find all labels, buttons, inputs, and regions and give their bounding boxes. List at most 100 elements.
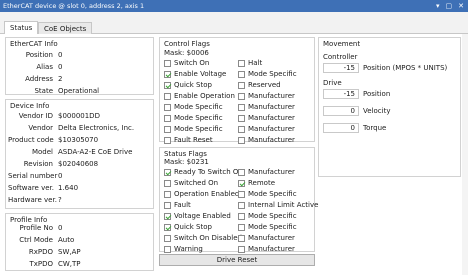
checkbox-empty-icon[interactable] xyxy=(164,136,171,144)
movement-title: Movement xyxy=(323,40,361,48)
checkbox-empty-icon[interactable] xyxy=(238,70,245,78)
flag-checkbox[interactable]: Mode Specific xyxy=(238,223,297,231)
checkbox-empty-icon[interactable] xyxy=(164,59,171,67)
product-code-row: Product code $10305070 xyxy=(8,136,98,144)
flag-checkbox[interactable]: Mode Specific xyxy=(164,125,223,133)
checkbox-checked-icon[interactable] xyxy=(164,223,171,231)
drive-velocity-label: Velocity xyxy=(363,107,391,115)
checkbox-checked-icon[interactable] xyxy=(164,168,171,176)
checkbox-empty-icon[interactable] xyxy=(238,103,245,111)
drive-velocity-field: 0 xyxy=(323,106,359,116)
flag-checkbox[interactable]: Fault Reset xyxy=(164,136,213,144)
flag-checkbox[interactable]: Warning xyxy=(164,245,203,253)
checkbox-empty-icon[interactable] xyxy=(238,59,245,67)
hardware-label: Hardware ver. xyxy=(8,196,57,204)
control-flags-title: Control Flags xyxy=(164,40,210,48)
flag-checkbox[interactable]: Ready To Switch On xyxy=(164,168,243,176)
flag-checkbox[interactable]: Quick Stop xyxy=(164,223,212,231)
checkbox-empty-icon[interactable] xyxy=(164,92,171,100)
flag-label: Switched On xyxy=(174,179,219,187)
checkbox-empty-icon[interactable] xyxy=(238,92,245,100)
checkbox-checked-icon[interactable] xyxy=(164,70,171,78)
controller-title: Controller xyxy=(323,53,358,61)
flag-label: Ready To Switch On xyxy=(174,168,243,176)
checkbox-checked-icon[interactable] xyxy=(164,212,171,220)
rxpdo-value: SW,AP xyxy=(58,248,81,256)
checkbox-empty-icon[interactable] xyxy=(238,81,245,89)
flag-checkbox[interactable]: Mode Specific xyxy=(238,212,297,220)
flag-checkbox[interactable]: Manufacturer xyxy=(238,168,295,176)
flag-label: Manufacturer xyxy=(248,103,295,111)
flag-checkbox[interactable]: Fault xyxy=(164,201,191,209)
product-code-label: Product code xyxy=(8,136,54,144)
checkbox-empty-icon[interactable] xyxy=(238,212,245,220)
checkbox-empty-icon[interactable] xyxy=(164,245,171,253)
checkbox-empty-icon[interactable] xyxy=(164,190,171,198)
drive-reset-button[interactable]: Drive Reset xyxy=(159,254,315,266)
software-row: Software ver. 1.640 xyxy=(8,184,78,192)
serial-row: Serial number 0 xyxy=(8,172,62,180)
flag-checkbox[interactable]: Manufacturer xyxy=(238,125,295,133)
flag-checkbox[interactable]: Halt xyxy=(238,59,262,67)
checkbox-empty-icon[interactable] xyxy=(238,245,245,253)
flag-checkbox[interactable]: Mode Specific xyxy=(164,114,223,122)
txpdo-row: TxPDO CW,TP xyxy=(8,260,80,268)
checkbox-checked-icon[interactable] xyxy=(238,179,245,187)
checkbox-empty-icon[interactable] xyxy=(164,103,171,111)
checkbox-checked-icon[interactable] xyxy=(164,81,171,89)
software-label: Software ver. xyxy=(8,184,54,192)
flag-checkbox[interactable]: Switch On Disabled xyxy=(164,234,242,242)
checkbox-empty-icon[interactable] xyxy=(238,114,245,122)
flag-checkbox[interactable]: Manufacturer xyxy=(238,234,295,242)
flag-checkbox[interactable]: Enable Operation xyxy=(164,92,235,100)
vertical-scrollbar[interactable] xyxy=(462,34,468,275)
flag-checkbox[interactable]: Switch On xyxy=(164,59,209,67)
flag-checkbox[interactable]: Manufacturer xyxy=(238,103,295,111)
flag-checkbox[interactable]: Internal Limit Active xyxy=(238,201,318,209)
vendor-label: Vendor xyxy=(28,124,53,132)
ctrl-mode-value: Auto xyxy=(58,236,75,244)
flag-checkbox[interactable]: Mode Specific xyxy=(238,190,297,198)
checkbox-empty-icon[interactable] xyxy=(164,201,171,209)
vendor-id-label: Vendor ID xyxy=(18,112,53,120)
flag-checkbox[interactable]: Operation Enabled xyxy=(164,190,239,198)
minimize-icon[interactable]: ▾ xyxy=(436,0,440,12)
checkbox-empty-icon[interactable] xyxy=(164,114,171,122)
flag-checkbox[interactable]: Manufacturer xyxy=(238,92,295,100)
flag-checkbox[interactable]: Manufacturer xyxy=(238,114,295,122)
state-label: State xyxy=(34,87,53,95)
alias-label: Alias xyxy=(36,63,53,71)
device-info-group: Device Info Vendor ID $000001DD Vendor D… xyxy=(5,99,154,209)
flag-checkbox[interactable]: Enable Voltage xyxy=(164,70,226,78)
flag-checkbox[interactable]: Quick Stop xyxy=(164,81,212,89)
checkbox-empty-icon[interactable] xyxy=(164,125,171,133)
checkbox-empty-icon[interactable] xyxy=(238,168,245,176)
control-flags-group: Control Flags Mask: $0006 Switch On Enabl… xyxy=(159,37,315,144)
checkbox-empty-icon[interactable] xyxy=(238,234,245,242)
maximize-icon[interactable]: ▢ xyxy=(446,0,453,12)
flag-checkbox[interactable]: Mode Specific xyxy=(164,103,223,111)
checkbox-empty-icon[interactable] xyxy=(238,125,245,133)
close-icon[interactable]: ✕ xyxy=(458,0,464,12)
flag-label: Quick Stop xyxy=(174,223,212,231)
flag-checkbox[interactable]: Manufacturer xyxy=(238,136,295,144)
flag-checkbox[interactable]: Remote xyxy=(238,179,275,187)
revision-label: Revision xyxy=(23,160,53,168)
status-flags-group: Status Flags Mask: $0231 Ready To Switch… xyxy=(159,147,318,253)
flag-checkbox[interactable]: Manufacturer xyxy=(238,245,295,253)
flag-checkbox[interactable]: Reserved xyxy=(238,81,281,89)
checkbox-empty-icon[interactable] xyxy=(164,179,171,187)
profile-no-value: 0 xyxy=(58,224,63,232)
checkbox-empty-icon[interactable] xyxy=(164,234,171,242)
window-titlebar: EtherCAT device @ slot 0, address 2, axi… xyxy=(0,0,468,12)
checkbox-empty-icon[interactable] xyxy=(238,223,245,231)
window-title: EtherCAT device @ slot 0, address 2, axi… xyxy=(3,2,145,10)
flag-checkbox[interactable]: Voltage Enabled xyxy=(164,212,231,220)
checkbox-empty-icon[interactable] xyxy=(238,190,245,198)
tab-status[interactable]: Status xyxy=(4,21,39,35)
flag-label: Operation Enabled xyxy=(174,190,240,198)
flag-checkbox[interactable]: Mode Specific xyxy=(238,70,297,78)
checkbox-empty-icon[interactable] xyxy=(238,136,245,144)
flag-checkbox[interactable]: Switched On xyxy=(164,179,218,187)
checkbox-empty-icon[interactable] xyxy=(238,201,245,209)
